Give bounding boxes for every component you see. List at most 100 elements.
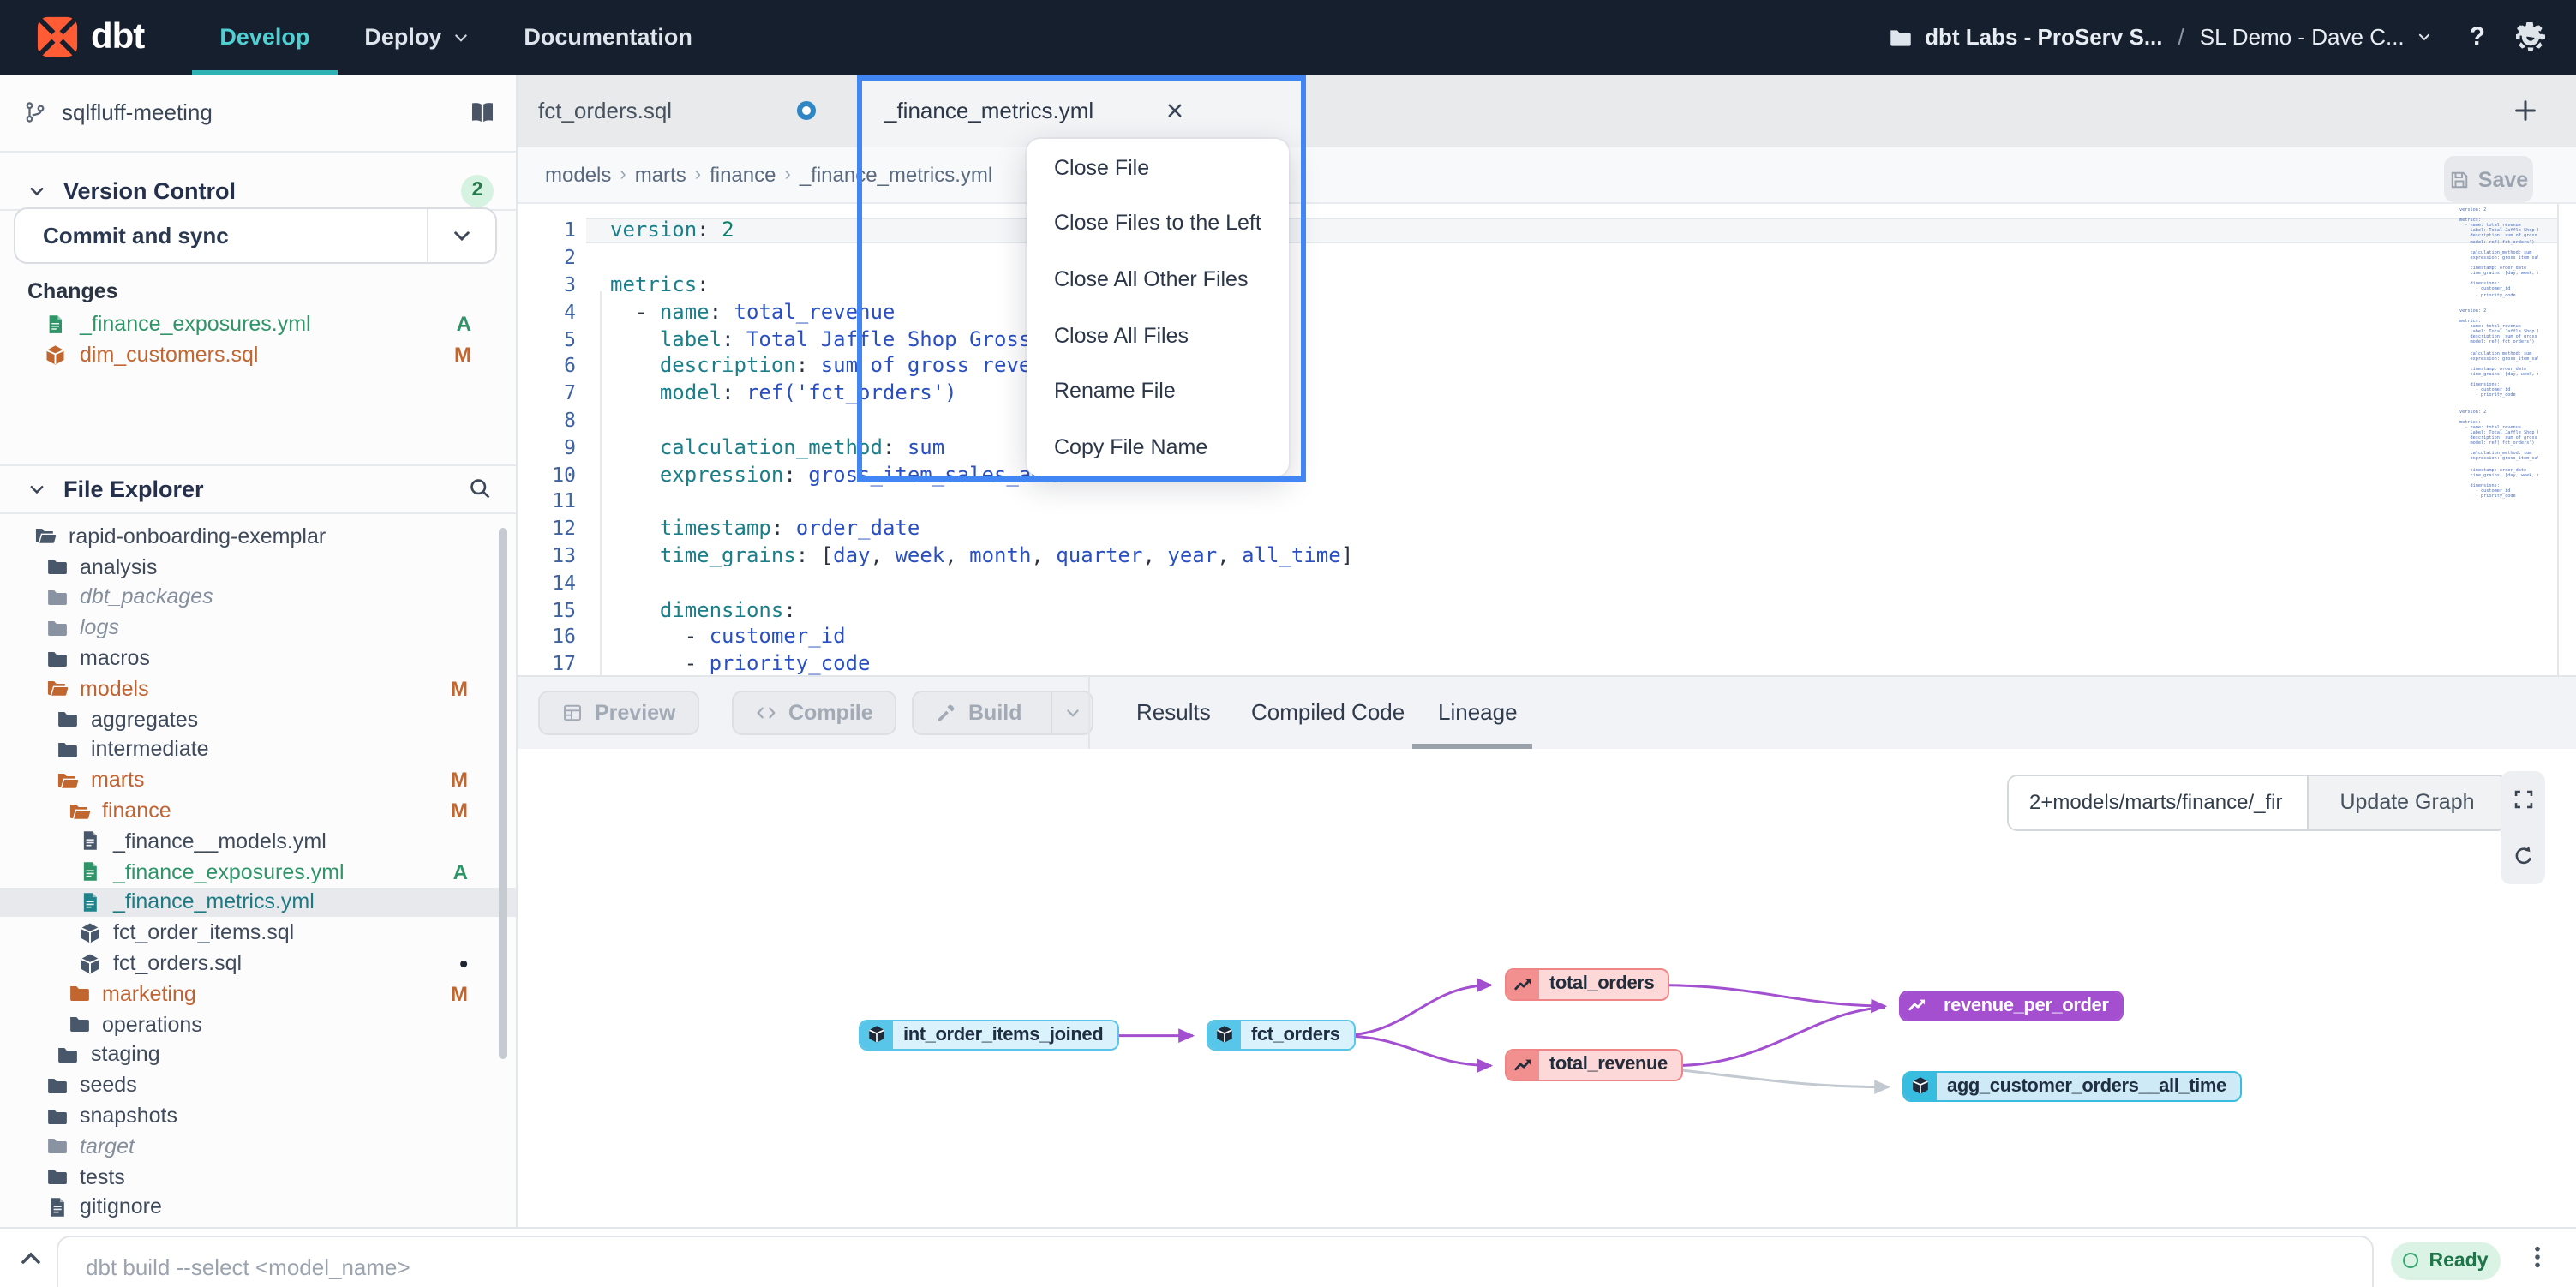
code-line[interactable]: 10 expression: gross_item_sales_amount bbox=[518, 461, 2556, 488]
fullscreen-icon[interactable] bbox=[2512, 787, 2534, 810]
close-icon[interactable] bbox=[1165, 102, 1184, 121]
lineage-node-int_order_items_joined[interactable]: int_order_items_joined bbox=[859, 1019, 1118, 1051]
nav-item-documentation[interactable]: Documentation bbox=[496, 0, 720, 75]
tree-item-aggregates[interactable]: aggregates bbox=[0, 704, 516, 735]
menu-item-close-all-files[interactable]: Close All Files bbox=[1027, 308, 1289, 363]
code-line[interactable]: 9 calculation_method: sum bbox=[518, 434, 2556, 461]
tree-item-target[interactable]: target bbox=[0, 1131, 516, 1162]
code-line[interactable]: 4 - name: total_revenue bbox=[518, 298, 2556, 326]
commit-and-sync-button[interactable]: Commit and sync bbox=[14, 207, 497, 263]
folder-icon bbox=[57, 1044, 79, 1066]
git-branch-row[interactable]: sqlfluff-meeting bbox=[0, 75, 516, 153]
folder-icon bbox=[57, 708, 79, 730]
tree-item-snapshots[interactable]: snapshots bbox=[0, 1100, 516, 1131]
lineage-node-total_revenue[interactable]: total_revenue bbox=[1505, 1049, 1683, 1080]
tab-compiled-code[interactable]: Compiled Code bbox=[1251, 699, 1405, 725]
tab-finance-metrics[interactable]: _finance_metrics.yml bbox=[857, 75, 1306, 147]
dbt-command-input[interactable] bbox=[57, 1235, 2374, 1287]
gear-icon[interactable] bbox=[2516, 23, 2545, 52]
lineage-node-total_orders[interactable]: total_orders bbox=[1505, 968, 1669, 1000]
lineage-node-revenue_per_order[interactable]: revenue_per_order bbox=[1899, 990, 2124, 1021]
tab-results[interactable]: Results bbox=[1136, 699, 1211, 725]
nav-item-deploy[interactable]: Deploy bbox=[337, 0, 496, 75]
kebab-menu-icon[interactable] bbox=[2525, 1244, 2550, 1270]
minimap[interactable]: version: 2 metrics: - name: total_revenu… bbox=[2459, 207, 2538, 499]
tab-lineage[interactable]: Lineage bbox=[1438, 699, 1518, 725]
build-button[interactable]: Build bbox=[912, 691, 1094, 735]
tree-item-dbt_packages[interactable]: dbt_packages bbox=[0, 582, 516, 613]
menu-item-close-file[interactable]: Close File bbox=[1027, 140, 1289, 195]
save-button[interactable]: Save bbox=[2444, 156, 2533, 202]
tree-item-analysis[interactable]: analysis bbox=[0, 552, 516, 583]
status-badge: • bbox=[459, 949, 468, 977]
tree-item-staging[interactable]: staging bbox=[0, 1039, 516, 1070]
dbt-logo-icon bbox=[36, 16, 79, 59]
tree-item-seeds[interactable]: seeds bbox=[0, 1070, 516, 1101]
branch-name: sqlfluff-meeting bbox=[62, 100, 213, 126]
tree-item-_finance_metrics.yml[interactable]: _finance_metrics.yml bbox=[0, 887, 516, 918]
code-line[interactable]: 14 bbox=[518, 569, 2556, 596]
folder-icon bbox=[45, 586, 68, 608]
tree-item-fct_orders.sql[interactable]: fct_orders.sql• bbox=[0, 948, 516, 979]
chevron-down-icon bbox=[2417, 30, 2432, 45]
account-project-switcher[interactable]: dbt Labs - ProServ S... / SL Demo - Dave… bbox=[1889, 25, 2432, 51]
docs-book-icon[interactable] bbox=[470, 100, 495, 126]
yaml-file-icon bbox=[45, 314, 66, 335]
preview-button[interactable]: Preview bbox=[538, 691, 700, 735]
commit-options-caret[interactable] bbox=[427, 208, 495, 261]
tree-item-tests[interactable]: tests bbox=[0, 1161, 516, 1192]
nav-item-develop[interactable]: Develop bbox=[192, 0, 337, 75]
version-control-header[interactable]: Version Control 2 bbox=[0, 153, 516, 211]
tree-item-gitignore[interactable]: gitignore bbox=[0, 1192, 516, 1223]
code-line[interactable]: 1version: 2 bbox=[518, 217, 2556, 244]
file-explorer-header[interactable]: File Explorer bbox=[0, 464, 516, 513]
folder-open-icon bbox=[57, 769, 79, 792]
tree-item-rapid-onboarding-exemplar[interactable]: rapid-onboarding-exemplar bbox=[0, 521, 516, 552]
dbt-logo[interactable]: dbt bbox=[36, 16, 144, 59]
compile-button[interactable]: Compile bbox=[732, 691, 897, 735]
lineage-node-agg_customer_orders__all_time[interactable]: agg_customer_orders__all_time bbox=[1902, 1070, 2242, 1102]
help-icon[interactable]: ? bbox=[2470, 23, 2485, 52]
code-line[interactable]: 7 model: ref('fct_orders') bbox=[518, 380, 2556, 407]
menu-item-close-all-other-files[interactable]: Close All Other Files bbox=[1027, 251, 1289, 307]
code-line[interactable]: 2 bbox=[518, 244, 2556, 272]
tree-item-finance[interactable]: financeM bbox=[0, 795, 516, 826]
tab-fct-orders[interactable]: fct_orders.sql bbox=[518, 75, 857, 147]
code-line[interactable]: 11 bbox=[518, 488, 2556, 515]
code-editor[interactable]: 1version: 223metrics:4 - name: total_rev… bbox=[518, 202, 2556, 675]
tree-item-_finance__models.yml[interactable]: _finance__models.yml bbox=[0, 826, 516, 857]
reset-view-icon[interactable] bbox=[2512, 844, 2534, 866]
new-tab-icon[interactable] bbox=[2513, 97, 2538, 123]
change-item[interactable]: _finance_exposures.yml A bbox=[0, 309, 516, 339]
chevron-up-icon[interactable] bbox=[17, 1244, 45, 1272]
code-line[interactable]: 17 - priority_code bbox=[518, 650, 2556, 675]
tree-item-operations[interactable]: operations bbox=[0, 1009, 516, 1040]
code-line[interactable]: 5 label: Total Jaffle Shop Gross Re bbox=[518, 326, 2556, 353]
menu-item-copy-file-name[interactable]: Copy File Name bbox=[1027, 419, 1289, 475]
folder-open-icon bbox=[34, 525, 57, 548]
code-line[interactable]: 3metrics: bbox=[518, 271, 2556, 298]
menu-item-rename-file[interactable]: Rename File bbox=[1027, 363, 1289, 419]
tree-item-logs[interactable]: logs bbox=[0, 613, 516, 644]
menu-item-close-files-to-the-left[interactable]: Close Files to the Left bbox=[1027, 195, 1289, 251]
tree-item-marketing[interactable]: marketingM bbox=[0, 979, 516, 1009]
tree-item-intermediate[interactable]: intermediate bbox=[0, 734, 516, 765]
lineage-selector-input[interactable] bbox=[2009, 775, 2307, 829]
tree-item-models[interactable]: modelsM bbox=[0, 673, 516, 704]
tree-item-macros[interactable]: macros bbox=[0, 643, 516, 673]
update-graph-button[interactable]: Update Graph bbox=[2307, 775, 2506, 829]
search-icon[interactable] bbox=[468, 476, 492, 500]
tree-item-fct_order_items.sql[interactable]: fct_order_items.sql bbox=[0, 918, 516, 949]
code-line[interactable]: 6 description: sum of gross revenue bbox=[518, 352, 2556, 380]
code-line[interactable]: 8 bbox=[518, 406, 2556, 434]
tree-item-_finance_exposures.yml[interactable]: _finance_exposures.ymlA bbox=[0, 857, 516, 888]
tree-item-marts[interactable]: martsM bbox=[0, 765, 516, 796]
sidebar-scrollbar[interactable] bbox=[499, 527, 507, 1058]
code-line[interactable]: 15 dimensions: bbox=[518, 596, 2556, 624]
lineage-node-fct_orders[interactable]: fct_orders bbox=[1207, 1019, 1356, 1051]
code-line[interactable]: 13 time_grains: [day, week, month, quart… bbox=[518, 542, 2556, 569]
build-options-caret[interactable] bbox=[1051, 692, 1093, 733]
code-line[interactable]: 16 - customer_id bbox=[518, 623, 2556, 650]
change-item[interactable]: dim_customers.sql M bbox=[0, 339, 516, 369]
code-line[interactable]: 12 timestamp: order_date bbox=[518, 515, 2556, 542]
